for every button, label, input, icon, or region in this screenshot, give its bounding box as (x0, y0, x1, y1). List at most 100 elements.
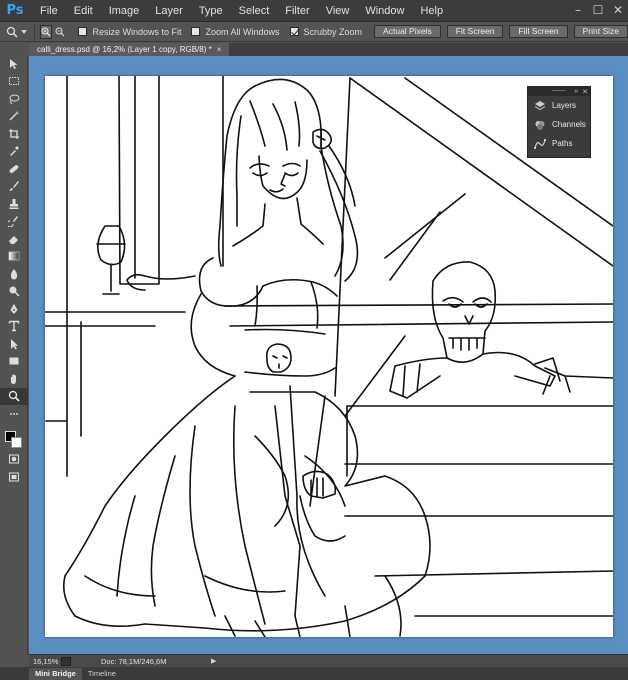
scrubby-zoom-label: Scrubby Zoom (303, 26, 363, 37)
menu-layer[interactable]: Layer (147, 0, 191, 22)
paths-icon (534, 138, 546, 149)
panel-item-paths[interactable]: Paths (528, 134, 590, 153)
status-menu-arrow[interactable]: ▶ (211, 657, 216, 665)
zoom-all-windows-label: Zoom All Windows (205, 26, 280, 37)
channels-icon (535, 120, 545, 130)
floating-panel[interactable]: » ✕ Layers Channels Paths (527, 86, 591, 158)
panel-item-channels[interactable]: Channels (528, 115, 590, 134)
move-tool[interactable] (0, 55, 28, 73)
path-select-tool[interactable] (0, 335, 28, 353)
zoom-all-windows-checkbox[interactable]: Zoom All Windows (191, 26, 280, 37)
line-art-drawing (45, 76, 613, 637)
maximize-button[interactable]: ☐ (588, 0, 608, 22)
zoom-tool[interactable] (0, 387, 28, 405)
marquee-tool[interactable] (0, 73, 28, 91)
scrubby-zoom-checkbox[interactable]: Scrubby Zoom (289, 26, 363, 37)
menu-file[interactable]: File (32, 0, 66, 22)
tool-preset-picker[interactable] (6, 24, 28, 40)
pen-tool[interactable] (0, 300, 28, 318)
gradient-icon (8, 251, 20, 261)
collapse-panel-icon[interactable]: » (574, 88, 578, 95)
menu-filter[interactable]: Filter (277, 0, 317, 22)
crop-tool[interactable] (0, 125, 28, 143)
brush-tool[interactable] (0, 178, 28, 196)
panel-item-layers[interactable]: Layers (528, 96, 590, 115)
panel-header[interactable]: » ✕ (528, 87, 590, 96)
eyedropper-tool[interactable] (0, 143, 28, 161)
document-size: Doc: 78,1M/246,6M (101, 656, 167, 666)
status-info-icon[interactable] (61, 656, 71, 666)
zoom-level[interactable]: 16,15% (29, 657, 61, 666)
menu-image[interactable]: Image (101, 0, 148, 22)
type-tool[interactable] (0, 318, 28, 336)
minimize-button[interactable]: – (568, 0, 588, 22)
menu-help[interactable]: Help (412, 0, 451, 22)
document-tab[interactable]: calli_dress.psd @ 16,2% (Layer 1 copy, R… (29, 43, 230, 56)
path-select-icon (11, 338, 18, 350)
chevron-down-icon (21, 29, 27, 34)
menu-select[interactable]: Select (231, 0, 278, 22)
crop-icon (9, 128, 19, 139)
resize-windows-box (78, 27, 88, 36)
panel-item-label: Paths (552, 139, 573, 148)
healing-brush-tool[interactable] (0, 160, 28, 178)
menu-view[interactable]: View (318, 0, 358, 22)
lasso-tool[interactable] (0, 90, 28, 108)
background-color-swatch[interactable] (11, 436, 22, 448)
dodge-tool[interactable] (0, 283, 28, 301)
fit-screen-button[interactable]: Fit Screen (446, 25, 504, 38)
gradient-tool[interactable] (0, 248, 28, 266)
blur-tool[interactable] (0, 265, 28, 283)
zoom-tool-icon (8, 391, 20, 402)
magic-wand-icon (9, 111, 19, 121)
tools-panel (0, 55, 28, 655)
hand-tool[interactable] (0, 370, 28, 388)
ellipsis-icon (10, 412, 18, 415)
clone-stamp-tool[interactable] (0, 195, 28, 213)
zoom-all-windows-box (191, 27, 201, 36)
zoom-in-icon (41, 27, 51, 36)
eraser-tool[interactable] (0, 230, 28, 248)
close-document-icon[interactable]: × (217, 45, 222, 54)
quick-select-tool[interactable] (0, 108, 28, 126)
shape-tool[interactable] (0, 353, 28, 371)
zoom-icon (6, 26, 18, 38)
quick-mask-icon (9, 454, 19, 464)
status-bar: 16,15% Doc: 78,1M/246,6M ▶ (29, 654, 628, 667)
bandage-icon (9, 164, 19, 173)
layers-icon (534, 100, 546, 110)
tab-timeline[interactable]: Timeline (82, 668, 122, 680)
move-icon (10, 58, 18, 69)
history-brush-icon (8, 216, 18, 228)
zoom-out-button[interactable] (54, 25, 66, 39)
history-brush-tool[interactable] (0, 213, 28, 231)
menu-edit[interactable]: Edit (66, 0, 101, 22)
menu-window[interactable]: Window (357, 0, 412, 22)
type-icon (8, 321, 20, 332)
menu-type[interactable]: Type (191, 0, 231, 22)
lasso-icon (9, 94, 20, 105)
scrubby-zoom-box (289, 27, 299, 36)
panel-item-label: Layers (552, 101, 577, 110)
actual-pixels-button[interactable]: Actual Pixels (374, 25, 441, 38)
menu-bar: Ps File Edit Image Layer Type Select Fil… (0, 0, 628, 22)
resize-windows-checkbox[interactable]: Resize Windows to Fit (78, 27, 181, 37)
stamp-icon (9, 198, 19, 209)
fill-screen-button[interactable]: Fill Screen (509, 25, 568, 38)
close-panel-icon[interactable]: ✕ (582, 88, 588, 96)
bottom-panel-tabs: Mini Bridge Timeline (0, 667, 628, 680)
color-swatches[interactable] (0, 423, 28, 451)
close-window-button[interactable]: ✕ (608, 0, 628, 22)
screen-mode-button[interactable] (0, 468, 28, 486)
panel-grip (552, 90, 566, 92)
more-tools[interactable] (0, 405, 28, 423)
pen-icon (10, 303, 18, 314)
artwork-canvas[interactable] (45, 76, 613, 637)
eraser-icon (9, 235, 18, 244)
quick-mask-button[interactable] (0, 451, 28, 469)
tab-mini-bridge[interactable]: Mini Bridge (29, 668, 82, 680)
print-size-button[interactable]: Print Size (573, 25, 628, 38)
panel-item-label: Channels (552, 120, 586, 129)
zoom-in-button[interactable] (40, 24, 53, 39)
divider (33, 24, 35, 39)
